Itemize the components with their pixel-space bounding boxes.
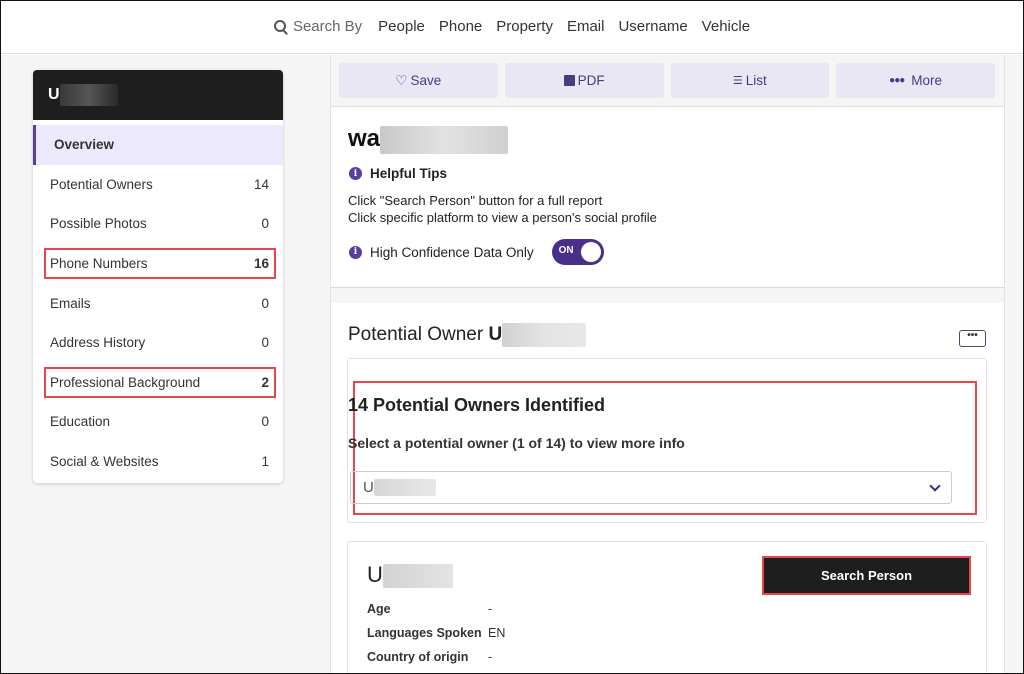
sidebar-item-count: 0 xyxy=(261,295,269,311)
report-sidebar: U Overview Potential Owners 14 Possible … xyxy=(33,70,283,483)
ellipsis-icon: ●●● xyxy=(889,75,905,86)
sidebar-item-professional-background[interactable]: Professional Background 2 xyxy=(33,363,283,403)
more-label: More xyxy=(911,73,943,88)
sidebar-item-count: 2 xyxy=(261,374,269,390)
potential-owner-dropdown[interactable]: U xyxy=(350,471,952,504)
detail-key: Languages Spoken xyxy=(367,626,482,640)
toggle-state-label: ON xyxy=(558,245,574,256)
person-name: U xyxy=(367,562,453,589)
sidebar-item-count: 14 xyxy=(253,176,269,192)
action-bar: ♡ Save PDF ☰ List ●●● More xyxy=(339,63,995,98)
sidebar-item-education[interactable]: Education 0 xyxy=(33,402,283,442)
top-navigation: Search By People Phone Property Email Us… xyxy=(0,0,1024,54)
pdf-button[interactable]: PDF xyxy=(504,63,664,98)
sidebar-item-count: 0 xyxy=(261,335,269,351)
nav-people[interactable]: People xyxy=(378,18,425,35)
summary-card: wa i Helpful Tips Click "Search Person" … xyxy=(331,107,1004,288)
search-by: Search By xyxy=(273,18,363,35)
dropdown-value-text: U xyxy=(363,478,374,496)
section-more-button[interactable]: ••• xyxy=(959,330,986,347)
chevron-down-icon xyxy=(929,479,941,492)
sidebar-item-label: Phone Numbers xyxy=(50,256,148,272)
save-button[interactable]: ♡ Save xyxy=(339,63,498,98)
high-confidence-setting: i High Confidence Data Only ON xyxy=(349,239,604,265)
sidebar-item-label: Address History xyxy=(50,335,146,351)
redacted-name xyxy=(373,479,436,497)
subject-name-text: wa xyxy=(348,125,381,152)
potential-owner-section: Potential Owner U ••• 14 Potential Owner… xyxy=(331,303,1004,674)
sidebar-item-label: Overview xyxy=(54,137,115,153)
owners-identified-heading: 14 Potential Owners Identified xyxy=(348,395,606,415)
tip-text: Click "Search Person" button for a full … xyxy=(348,193,603,208)
detail-row-languages: Languages Spoken EN xyxy=(367,626,505,640)
sidebar-item-count: 0 xyxy=(261,216,269,232)
sidebar-header: U xyxy=(33,70,283,120)
sidebar-item-label: Social & Websites xyxy=(50,454,159,470)
nav-property[interactable]: Property xyxy=(496,18,553,35)
info-icon[interactable]: i xyxy=(349,245,362,259)
redacted-name xyxy=(382,564,453,589)
person-name-text: U xyxy=(367,562,383,587)
nav-username[interactable]: Username xyxy=(618,18,687,35)
detail-value: EN xyxy=(488,626,506,640)
save-label: Save xyxy=(410,73,442,88)
sidebar-item-phone-numbers[interactable]: Phone Numbers 16 xyxy=(33,244,283,284)
person-card: U Search Person Age - Languages Spoken E… xyxy=(347,541,987,674)
sidebar-item-emails[interactable]: Emails 0 xyxy=(33,283,283,323)
redacted-name xyxy=(380,125,509,154)
sidebar-item-count: 1 xyxy=(261,454,269,470)
toggle-knob xyxy=(580,242,601,262)
sidebar-item-label: Professional Background xyxy=(50,374,201,390)
sidebar-item-possible-photos[interactable]: Possible Photos 0 xyxy=(33,204,283,244)
potential-owner-name: U xyxy=(488,324,503,346)
sidebar-item-label: Emails xyxy=(50,295,91,311)
detail-value: - xyxy=(488,650,493,664)
subject-name: wa xyxy=(348,125,509,154)
search-by-label: Search By xyxy=(292,18,363,35)
sidebar-item-label: Possible Photos xyxy=(50,216,147,232)
helpful-tips: i Helpful Tips xyxy=(349,166,447,181)
potential-owner-title-prefix: Potential Owner xyxy=(348,324,484,346)
detail-row-age: Age - xyxy=(367,602,492,616)
potential-owner-title: Potential Owner U xyxy=(348,323,587,347)
nav-phone[interactable]: Phone xyxy=(439,18,482,35)
nav-vehicle[interactable]: Vehicle xyxy=(702,18,750,35)
sidebar-item-count: 0 xyxy=(261,414,269,430)
search-icon xyxy=(273,19,288,34)
sidebar-title: U xyxy=(48,86,60,103)
sidebar-item-label: Potential Owners xyxy=(50,176,153,192)
high-confidence-label: High Confidence Data Only xyxy=(370,244,534,260)
list-icon: ☰ xyxy=(732,75,743,87)
pdf-icon xyxy=(563,75,575,86)
heart-icon: ♡ xyxy=(395,72,408,88)
sidebar-item-count: 16 xyxy=(253,256,269,272)
tip-text: Click specific platform to view a person… xyxy=(348,210,657,225)
detail-key: Country of origin xyxy=(367,650,469,664)
content-divider-right xyxy=(1004,55,1005,673)
helpful-tips-title: Helpful Tips xyxy=(370,166,448,181)
redacted-name xyxy=(59,84,118,106)
select-owner-prompt: Select a potential owner (1 of 14) to vi… xyxy=(348,435,685,451)
sidebar-item-social-websites[interactable]: Social & Websites 1 xyxy=(33,442,283,482)
search-person-button[interactable]: Search Person xyxy=(764,558,969,593)
detail-value: - xyxy=(488,602,493,616)
high-confidence-toggle[interactable]: ON xyxy=(551,239,604,265)
sidebar-item-potential-owners[interactable]: Potential Owners 14 xyxy=(33,165,283,205)
redacted-name xyxy=(502,323,587,347)
pdf-label: PDF xyxy=(577,73,605,88)
sidebar-item-overview[interactable]: Overview xyxy=(33,125,283,165)
nav-email[interactable]: Email xyxy=(567,18,605,35)
dropdown-value: U xyxy=(363,479,436,497)
sidebar-item-label: Education xyxy=(50,414,111,430)
list-button[interactable]: ☰ List xyxy=(670,63,830,98)
more-button[interactable]: ●●● More xyxy=(836,63,995,98)
sidebar-item-address-history[interactable]: Address History 0 xyxy=(33,323,283,363)
detail-key: Age xyxy=(367,602,391,616)
info-icon: i xyxy=(349,167,362,180)
detail-row-country: Country of origin - xyxy=(367,650,492,664)
sidebar-nav: Overview Potential Owners 14 Possible Ph… xyxy=(33,120,283,481)
list-label: List xyxy=(745,73,767,88)
